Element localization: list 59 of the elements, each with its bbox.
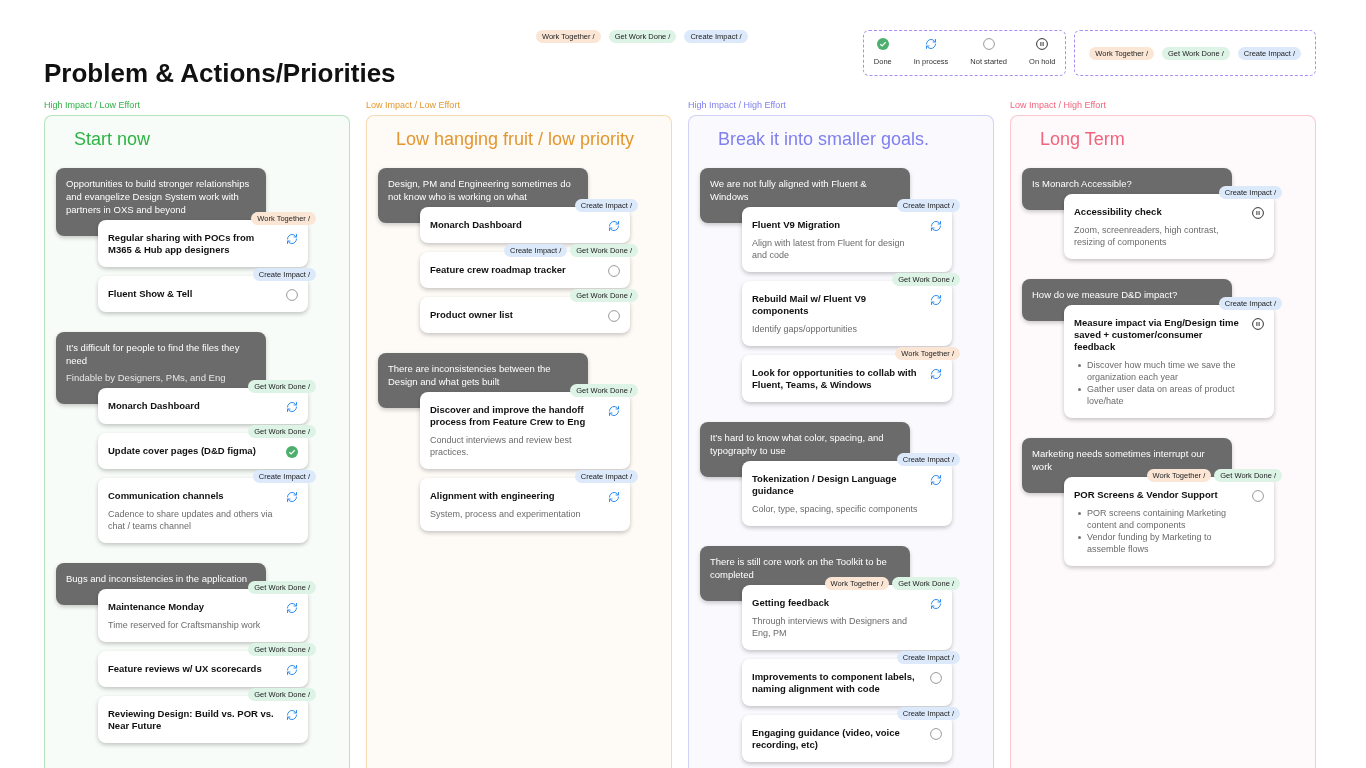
card-title: Engaging guidance (video, voice recording, etc) (752, 727, 901, 751)
category-label: Low Impact / High Effort (1010, 99, 1106, 111)
card-title: Feature crew roadmap tracker (430, 264, 567, 276)
card-title: Reviewing Design: Build vs. POR vs. Near Future (108, 708, 275, 732)
bullet-text: Vendor funding by Marketing to assemble flows (1087, 531, 1213, 555)
card-title: Update cover pages (D&D figma) (108, 445, 257, 457)
card-description: Color, type, spacing, specific components (752, 503, 919, 515)
card-title: Monarch Dashboard (108, 400, 201, 412)
card-description: Through interviews with Designers and Eng, PM (752, 615, 909, 639)
problem-text: It’s difficult for people to find the files they need (66, 341, 241, 367)
page-title: Problem & Actions/Priorities (44, 57, 397, 89)
bullet-text: POR screens containing Marketing content and components (1087, 507, 1228, 531)
column-heading: Long Term (1040, 128, 1125, 150)
card-title: Feature reviews w/ UX scorecards (108, 663, 263, 675)
problem-text: It’s hard to know what color, spacing, and typography to use (710, 431, 885, 457)
card-title: Tokenization / Design Language guidance (752, 473, 898, 497)
card-description: Conduct interviews and review best practices. (430, 434, 573, 458)
problem-text: Bugs and inconsistencies in the application (66, 572, 249, 585)
card-description: Cadence to share updates and others via chat / teams channel (108, 508, 274, 532)
card-description: Identify gaps/opportunities (752, 323, 859, 335)
column-heading: Low hanging fruit / low priority (396, 128, 635, 150)
bullet-icon (1078, 512, 1081, 515)
card-description: Zoom, screenreaders, high contrast, resizing of components (1074, 224, 1220, 248)
card-title: Fluent Show & Tell (108, 288, 194, 300)
bullet-text: Gather user data on areas of product love/hate (1087, 383, 1236, 407)
problem-text: Opportunities to build stronger relationships and evangelize Design System work with partners in OXS and beyond (66, 177, 251, 216)
card-title: Alignment with engineering (430, 490, 556, 502)
category-label: High Impact / High Effort (688, 99, 786, 111)
bullet-icon (1078, 388, 1081, 391)
problem-subtext: Findable by Designers, PMs, and Eng (66, 371, 227, 384)
card-title: Monarch Dashboard (430, 219, 523, 231)
card-title: Improvements to component labels, naming alignment with code (752, 671, 916, 695)
card-description: System, process and experimentation (430, 508, 582, 520)
column-heading: Start now (74, 128, 151, 150)
card-title: Discover and improve the handoff process from Feature Crew to Eng (430, 404, 587, 428)
card-title: POR Screens & Vendor Support (1074, 489, 1219, 501)
card-title: Communication channels (108, 490, 225, 502)
column-heading: Break it into smaller goals. (718, 128, 930, 150)
card-title: Getting feedback (752, 597, 831, 609)
card-description: Time reserved for Craftsmanship work (108, 619, 262, 631)
card-description: Align with latest from Fluent for design and code (752, 237, 906, 261)
card-title: Product owner list (430, 309, 514, 321)
problem-text: We are not fully aligned with Fluent & Windows (710, 177, 868, 203)
bullet-icon (1078, 536, 1081, 539)
problem-text: How do we measure D&D impact? (1032, 288, 1179, 301)
card-title: Maintenance Monday (108, 601, 206, 613)
category-label: Low Impact / Low Effort (366, 99, 460, 111)
bullet-text: Discover how much time we save the organization each year (1087, 359, 1237, 383)
card-title: Rebuild Mail w/ Fluent V9 components (752, 293, 867, 317)
card-title: Accessibility check (1074, 206, 1163, 218)
card-title: Measure impact via Eng/Design time saved + customer/consumer feedback (1074, 317, 1240, 353)
card-title: Look for opportunities to collab with Fluent, Teams, & Windows (752, 367, 918, 391)
bullet-icon (1078, 364, 1081, 367)
category-label: High Impact / Low Effort (44, 99, 140, 111)
problem-text: There are inconsistencies between the Design and what gets built (388, 362, 552, 388)
problem-text: Design, PM and Engineering sometimes do not know who is working on what (388, 177, 572, 203)
card-title: Regular sharing with POCs from M365 & Hub app designers (108, 232, 256, 256)
problem-text: Is Monarch Accessible? (1032, 177, 1133, 190)
card-title: Fluent V9 Migration (752, 219, 842, 231)
